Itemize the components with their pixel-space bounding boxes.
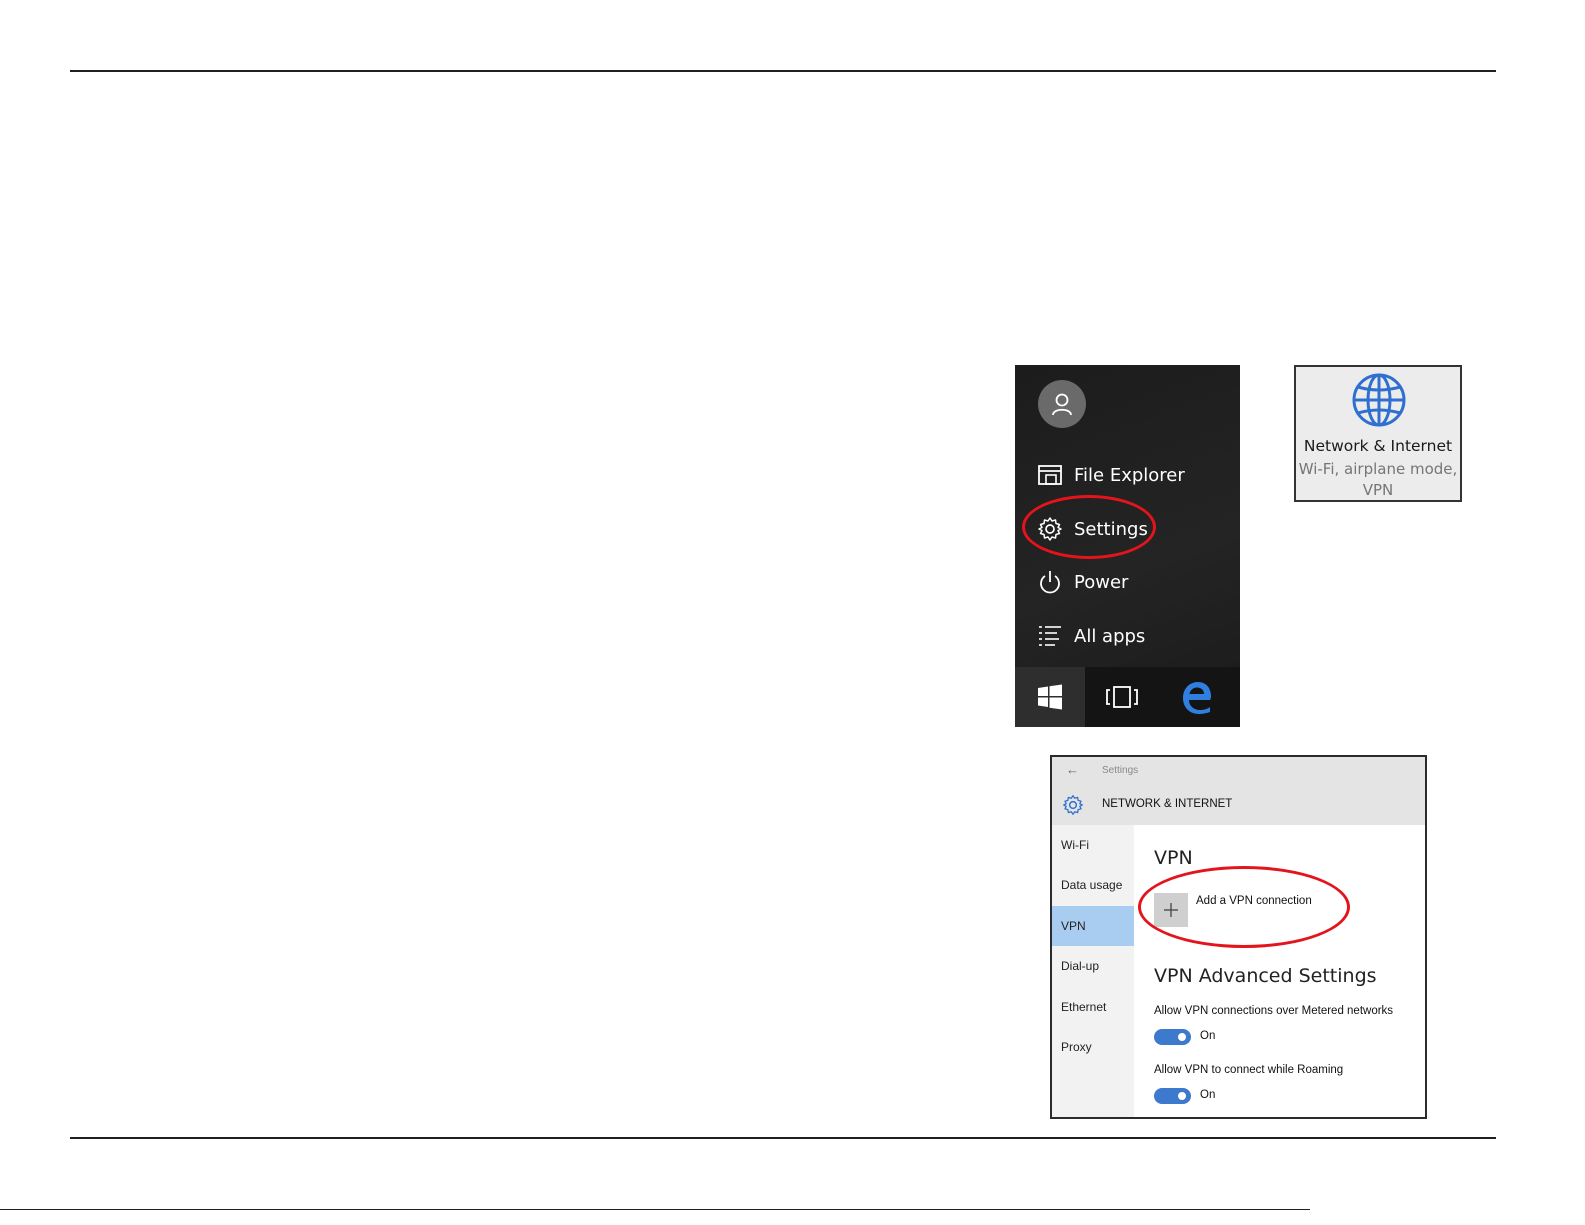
user-icon (1052, 393, 1072, 416)
advanced-heading: VPN Advanced Settings (1154, 965, 1377, 987)
breadcrumb: Settings (1102, 765, 1139, 776)
nav-item-data-usage[interactable]: Data usage (1052, 865, 1134, 905)
toggle-state-text: On (1200, 1089, 1216, 1101)
toggle-metered[interactable] (1154, 1029, 1191, 1045)
gear-icon (1063, 795, 1083, 815)
user-avatar[interactable] (1038, 380, 1086, 428)
network-internet-tile[interactable]: Network & Internet Wi-Fi, airplane mode,… (1294, 365, 1462, 502)
tile-subtitle-line: VPN (1362, 481, 1394, 499)
task-view-button[interactable] (1087, 667, 1157, 727)
page-title: NETWORK & INTERNET (1102, 798, 1233, 810)
tile-title: Network & Internet (1303, 437, 1453, 455)
window-header: ← Settings NETWORK & INTERNET (1052, 757, 1425, 825)
tile-subtitle-line: Wi-Fi, airplane mode, (1298, 460, 1458, 478)
top-rule (70, 70, 1496, 72)
back-arrow-icon[interactable]: ← (1066, 762, 1079, 777)
nav-item-wifi[interactable]: Wi-Fi (1052, 825, 1134, 865)
settings-highlight-circle (1022, 495, 1156, 559)
menu-item-label: File Explorer (1074, 464, 1185, 486)
option-label-roaming: Allow VPN to connect while Roaming (1154, 1064, 1344, 1076)
vpn-heading: VPN (1154, 847, 1193, 869)
menu-item-all-apps[interactable]: All apps (1037, 618, 1145, 654)
nav-item-vpn[interactable]: VPN (1052, 906, 1134, 946)
file-explorer-icon (1037, 462, 1063, 488)
menu-item-power[interactable]: Power (1037, 564, 1128, 600)
tile-subtitle: Wi-Fi, airplane mode, VPN (1296, 459, 1460, 501)
toggle-roaming[interactable] (1154, 1088, 1191, 1104)
menu-item-file-explorer[interactable]: File Explorer (1037, 457, 1185, 493)
edge-icon (1183, 682, 1211, 714)
task-view-icon (1106, 686, 1138, 708)
toggle-state-text: On (1200, 1030, 1216, 1042)
taskbar (1015, 667, 1240, 727)
settings-nav: Wi-Fi Data usage VPN Dial-up Ethernet Pr… (1052, 825, 1134, 1117)
menu-item-label: Power (1074, 571, 1129, 593)
option-label-metered: Allow VPN connections over Metered netwo… (1154, 1005, 1394, 1017)
nav-item-ethernet[interactable]: Ethernet (1052, 987, 1134, 1027)
power-icon (1037, 569, 1063, 595)
bottom-rule (70, 1137, 1496, 1139)
add-vpn-highlight-circle (1138, 866, 1350, 948)
edge-button[interactable] (1162, 667, 1232, 727)
start-button[interactable] (1015, 667, 1085, 727)
windows-start-icon (1038, 684, 1062, 710)
nav-item-dial-up[interactable]: Dial-up (1052, 946, 1134, 986)
footer-rule (0, 1209, 1310, 1210)
globe-icon (1352, 373, 1406, 427)
all-apps-icon (1037, 623, 1063, 649)
menu-item-label: All apps (1074, 625, 1146, 647)
nav-item-proxy[interactable]: Proxy (1052, 1027, 1134, 1067)
